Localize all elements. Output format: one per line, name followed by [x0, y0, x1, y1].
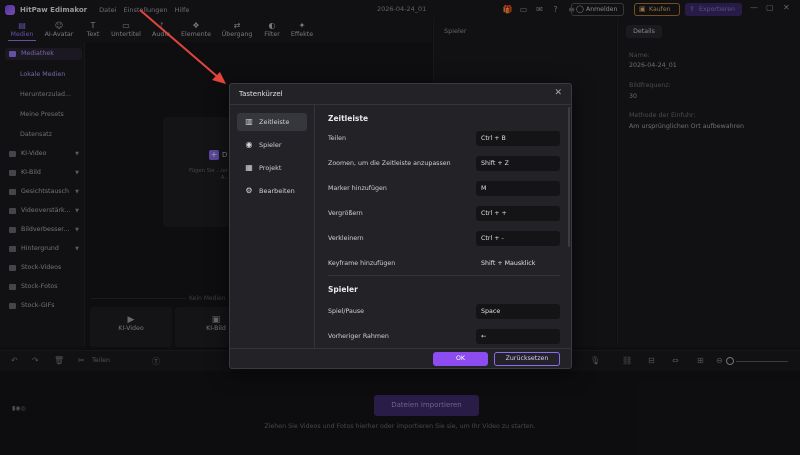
annotation-arrow-line [139, 9, 220, 79]
annotation-arrow-icon [139, 9, 226, 84]
app-window: HitPaw Edimakor Datei Einstellungen Hilf… [0, 0, 800, 455]
